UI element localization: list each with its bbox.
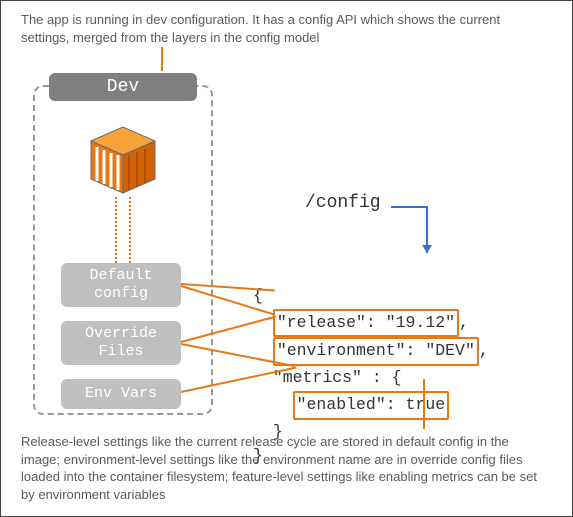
caption-bottom-pointer [423, 379, 425, 429]
dev-pill: Dev [49, 73, 197, 101]
env-vars-label: Env Vars [85, 385, 157, 402]
diagram-frame: The app is running in dev configuration.… [0, 0, 573, 517]
json-environment-comma: , [479, 341, 489, 360]
env-vars-pill: Env Vars [61, 379, 181, 409]
json-environment: "environment": "DEV" [273, 337, 479, 366]
json-metrics: "metrics" : { [273, 368, 402, 387]
json-release-comma: , [459, 313, 469, 332]
json-release: "release": "19.12" [273, 309, 459, 338]
override-files-pill: Override Files [61, 321, 181, 365]
caption-top: The app is running in dev configuration.… [21, 11, 551, 46]
json-enabled: "enabled": true [293, 391, 450, 420]
caption-bottom: Release-level settings like the current … [21, 433, 551, 503]
dotted-line-2 [129, 197, 131, 263]
default-config-label: Default config [89, 267, 152, 302]
default-config-pill: Default config [61, 263, 181, 307]
override-files-label: Override Files [85, 325, 157, 360]
caption-top-pointer [161, 47, 163, 71]
container-icon [79, 123, 167, 199]
dotted-line-1 [115, 197, 117, 263]
